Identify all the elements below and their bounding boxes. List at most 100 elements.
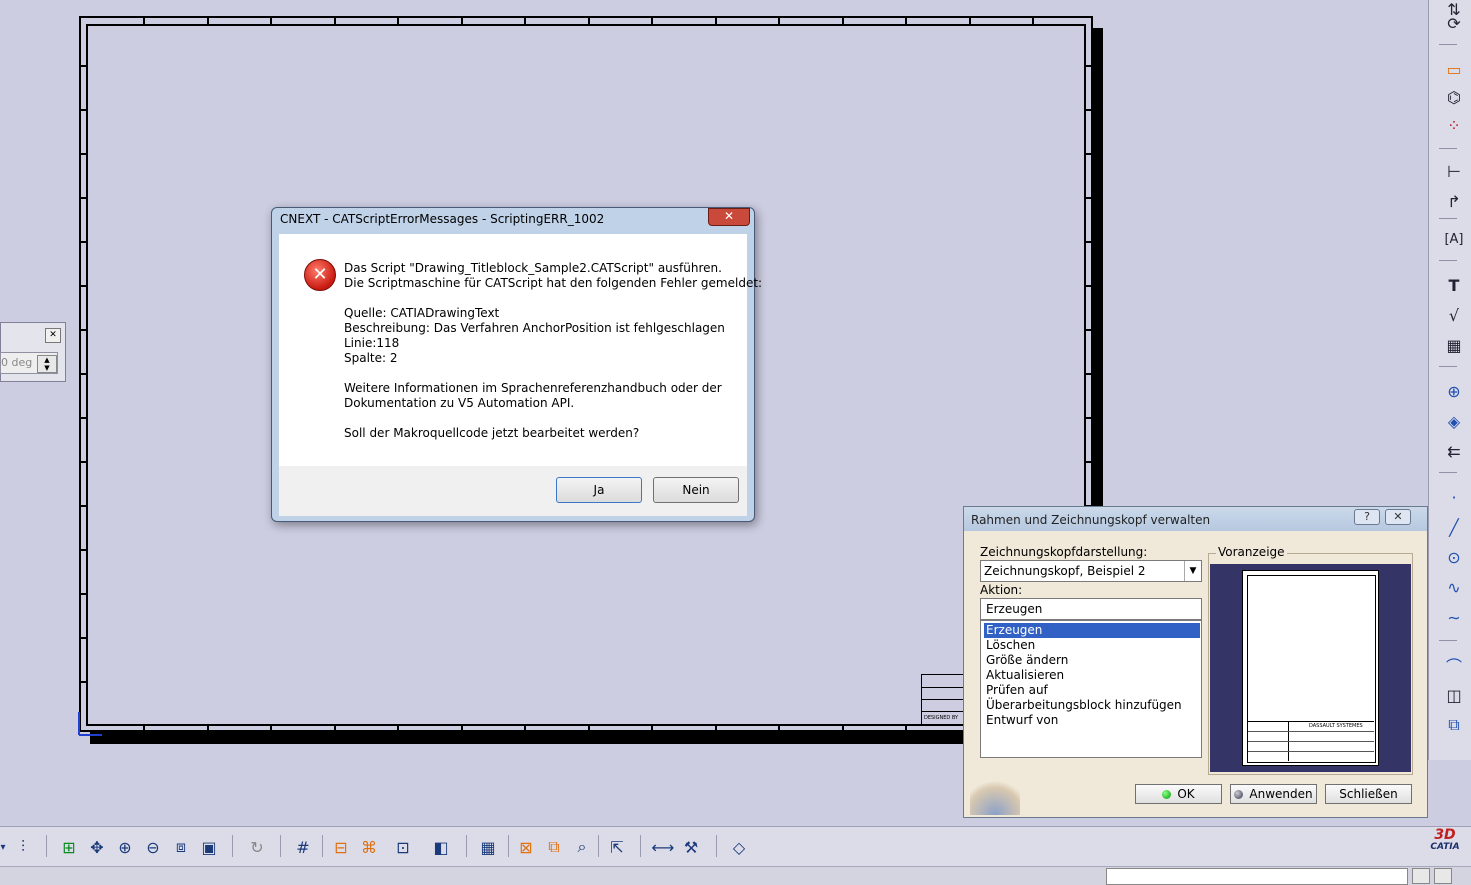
action-item-checked-by[interactable]: Prüfen auf	[984, 683, 1200, 698]
chevron-down-icon[interactable]: ▼	[1184, 561, 1201, 581]
grid2-icon[interactable]: ▦	[475, 834, 501, 860]
line-icon[interactable]: ╱	[1441, 514, 1467, 540]
symmetry-icon[interactable]: ◫	[1441, 682, 1467, 708]
action-item-update[interactable]: Aktualisieren	[984, 668, 1200, 683]
ruler-tick	[905, 17, 907, 25]
status-bar-button[interactable]	[1434, 868, 1452, 884]
display-icon[interactable]: ⊡	[390, 834, 416, 860]
ruler-tick	[588, 725, 590, 733]
yes-button[interactable]: Ja	[556, 477, 642, 503]
action-item-add-revision-block[interactable]: Überarbeitungsblock hinzufügen	[984, 698, 1200, 713]
catia-logo: 3D CATIA	[1422, 828, 1468, 860]
ok-button[interactable]: OK	[1135, 784, 1222, 804]
ruler-tick	[1085, 241, 1092, 243]
view-from-3d-icon[interactable]: ⌬	[1441, 84, 1467, 110]
snap-icon[interactable]: ⊟	[328, 834, 354, 860]
ruler-tick	[842, 725, 844, 733]
ruler-tick	[905, 725, 907, 733]
action-list[interactable]: Erzeugen Löschen Größe ändern Aktualisie…	[980, 620, 1202, 758]
fit-all-icon[interactable]: ⊞	[56, 834, 82, 860]
preview-sheet: DASSAULT SYSTEMES	[1242, 570, 1379, 766]
point-icon[interactable]: ·	[1441, 484, 1467, 510]
text-icon[interactable]: T	[1441, 272, 1467, 298]
error-question: Soll der Makroquellcode jetzt bearbeitet…	[344, 426, 640, 440]
filter-icon[interactable]: ⊠	[513, 834, 539, 860]
new-view-icon[interactable]: ▭	[1441, 56, 1467, 82]
palette-close-button[interactable]: ✕	[45, 328, 61, 343]
ruler-tick	[524, 725, 526, 733]
no-button[interactable]: Nein	[653, 477, 739, 503]
toolbar-separator	[1439, 260, 1457, 261]
spline-icon[interactable]: ∿	[1441, 574, 1467, 600]
curve-icon[interactable]: ∼	[1441, 604, 1467, 630]
toolbar-separator	[640, 835, 641, 857]
titleblock-tag: DESIGNED BY	[924, 715, 959, 721]
style-combo[interactable]: Zeichnungskopf, Beispiel 2 ▼	[980, 560, 1202, 582]
zoom-in-icon[interactable]: ⊕	[112, 834, 138, 860]
pan-icon[interactable]: ✥	[84, 834, 110, 860]
status-bar-button[interactable]	[1412, 868, 1430, 884]
dimension-mode-icon[interactable]: ◧	[428, 834, 454, 860]
overlap-icon[interactable]: ⧉	[541, 834, 567, 860]
search-icon[interactable]: ⌕	[569, 834, 595, 860]
angle-spinner[interactable]: ▲ ▼	[37, 355, 57, 373]
measure-icon[interactable]: ⟷	[650, 834, 676, 860]
action-item-design-by[interactable]: Entwurf von	[984, 713, 1200, 728]
layer-icon[interactable]: ◇	[726, 834, 752, 860]
section-view-icon[interactable]: ⁘	[1441, 112, 1467, 138]
fill-icon[interactable]: ◈	[1441, 408, 1467, 434]
refresh-icon[interactable]: ↻	[244, 834, 270, 860]
titleblock-dialog-close-button[interactable]: ✕	[1385, 509, 1411, 525]
action-item-create[interactable]: Erzeugen	[984, 623, 1200, 638]
ruler-tick	[651, 725, 653, 733]
circle-icon[interactable]: ⊙	[1441, 544, 1467, 570]
apply-button[interactable]: Anwenden	[1230, 784, 1317, 804]
table-icon[interactable]: ▦	[1441, 332, 1467, 358]
action-field[interactable]: Erzeugen	[980, 598, 1202, 620]
axis-icon[interactable]: ⊕	[1441, 378, 1467, 404]
ruler-tick	[80, 681, 87, 683]
toolbar-separator	[1439, 44, 1457, 45]
titleblock-dialog-titlebar[interactable]: Rahmen und Zeichnungskopf verwalten ? ✕	[964, 507, 1427, 531]
3d-view-icon[interactable]: ⧉	[1441, 712, 1467, 738]
command-input[interactable]	[1106, 868, 1408, 885]
analysis-icon[interactable]: ⌘	[356, 834, 382, 860]
action-item-delete[interactable]: Löschen	[984, 638, 1200, 653]
grid-icon[interactable]: #	[290, 834, 316, 860]
arc-icon[interactable]: ⌒	[1441, 652, 1467, 678]
dimension-chain-icon[interactable]: ↱	[1441, 188, 1467, 214]
error-message-panel: ✕ Das Script "Drawing_Titleblock_Sample2…	[279, 234, 762, 466]
sheet-rotate-icon[interactable]: ⟳	[1441, 10, 1467, 36]
toolbar-separator	[508, 835, 509, 857]
action-item-resize[interactable]: Größe ändern	[984, 653, 1200, 668]
ruler-tick	[334, 17, 336, 25]
ruler-tick	[80, 109, 87, 111]
dimension-icon[interactable]: ⊢	[1441, 158, 1467, 184]
ruler-tick	[1085, 109, 1092, 111]
ruler-tick	[80, 593, 87, 595]
help-button[interactable]: ?	[1354, 509, 1380, 525]
apply-label: Anwenden	[1249, 787, 1313, 801]
export-icon[interactable]: ⇱	[604, 834, 630, 860]
earth-decoration	[970, 777, 1020, 815]
roughness-icon[interactable]: √	[1441, 302, 1467, 328]
normal-view-icon[interactable]: ⧈	[168, 834, 194, 860]
tools-icon[interactable]: ⚒	[678, 834, 704, 860]
error-dialog-footer: Ja Nein	[279, 466, 747, 516]
arrow-icon[interactable]: ⇇	[1441, 438, 1467, 464]
ruler-tick	[80, 329, 87, 331]
text-frame-icon[interactable]: [A]	[1441, 226, 1467, 252]
close-button[interactable]: Schließen	[1325, 784, 1412, 804]
view-mode-icon[interactable]: ▣	[196, 834, 222, 860]
error-line-2: Die Scriptmaschine für CATScript hat den…	[344, 276, 763, 290]
error-dialog-close-button[interactable]: ✕	[708, 208, 750, 226]
apply-status-icon	[1234, 790, 1244, 799]
error-info-line-1: Weitere Informationen im Sprachenreferen…	[344, 381, 722, 395]
ruler-tick	[778, 725, 780, 733]
zoom-out-icon[interactable]: ⊖	[140, 834, 166, 860]
toolbar-separator	[1439, 366, 1457, 367]
toolbar-separator	[1439, 640, 1457, 641]
error-description: Beschreibung: Das Verfahren AnchorPositi…	[344, 321, 725, 335]
macro-icon[interactable]: ⫶	[10, 834, 36, 860]
toolbar-separator	[280, 835, 281, 857]
